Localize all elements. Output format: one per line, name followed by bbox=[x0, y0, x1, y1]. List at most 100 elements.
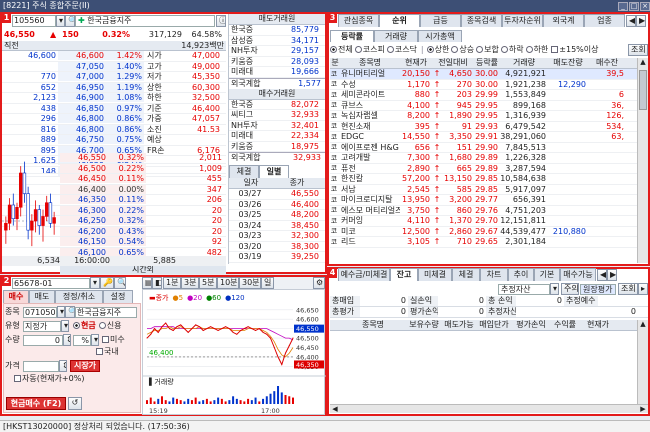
holdings-col-6[interactable]: 수익률 bbox=[550, 320, 580, 329]
asset-select[interactable]: 추정자산 bbox=[498, 283, 550, 295]
ranking-stock-name[interactable]: 리드 bbox=[340, 237, 400, 246]
order-search-icon[interactable]: 🔍 bbox=[65, 306, 75, 318]
chart-tab-day[interactable]: 일 bbox=[261, 277, 274, 289]
maximize-button[interactable]: □ bbox=[629, 1, 639, 11]
ranking-row[interactable]: 코 커머잉 4,110 ↑ 1,370 29.70 12,151,811 bbox=[330, 216, 637, 227]
tab-trades[interactable]: 체결 bbox=[229, 165, 259, 178]
holdings-scrollbar[interactable]: ▲ bbox=[637, 320, 648, 404]
hscroll-right-icon[interactable]: ▶ bbox=[638, 405, 648, 413]
ranking-row[interactable]: 코 세미콘라이트 880 ↑ 203 29.99 1,553,849 6 bbox=[330, 90, 637, 101]
ask-row[interactable]: 652 46,950 1.19% 상한 60,300 bbox=[2, 82, 226, 93]
holdings-col-7[interactable]: 현재가 bbox=[580, 320, 616, 329]
holdings-col-1[interactable]: 종목명 bbox=[340, 320, 406, 329]
ranking-row[interactable]: 코 한진칼 57,200 ↑ 13,150 29.85 10,584,638 bbox=[330, 174, 637, 185]
account-input[interactable]: 65678-01 bbox=[12, 277, 90, 289]
bid-price[interactable]: 46,550 bbox=[60, 153, 108, 163]
ask-row[interactable]: 2,123 46,900 1.08% 하한 32,500 bbox=[2, 93, 226, 104]
ranking-stock-name[interactable]: 에스모 머티리얼즈 bbox=[340, 206, 400, 215]
ranking-stock-name[interactable]: 마이크로디지탈 bbox=[340, 195, 400, 204]
ask-price[interactable]: 46,750 bbox=[58, 135, 106, 145]
ranking-row[interactable]: 코 리드 3,105 ↑ 710 29.65 2,301,184 bbox=[330, 237, 637, 248]
balance-more-icon[interactable]: ▸ bbox=[638, 283, 648, 295]
code-dropdown-button[interactable]: ▾ bbox=[56, 14, 65, 27]
tab-sell[interactable]: 매도 bbox=[29, 290, 55, 303]
filter-up-radio[interactable]: 상승 bbox=[451, 45, 474, 54]
ask-row[interactable]: 296 46,800 0.86% 가중 47,057 bbox=[2, 114, 226, 125]
ask-price[interactable]: 46,850 bbox=[58, 103, 106, 113]
chart-tab-30m[interactable]: 30분 bbox=[239, 277, 261, 289]
ranking-tab-3[interactable]: 종목검색 bbox=[461, 14, 502, 27]
bid-price[interactable]: 46,200 bbox=[60, 226, 108, 236]
price-stepper[interactable]: ⇕ bbox=[59, 360, 67, 372]
ranking-row[interactable]: 코 미코 12,500 ↑ 2,860 29.67 44,539,477 210,880 bbox=[330, 227, 637, 237]
ask-row[interactable]: 47,050 1.40% 고가 49,000 bbox=[2, 61, 226, 72]
pct-dropdown[interactable]: ▾ bbox=[91, 334, 99, 346]
ranking-tab-0[interactable]: 관심종목 bbox=[338, 14, 379, 27]
ask-row[interactable]: 816 46,800 0.86% 소진 41.53 bbox=[2, 124, 226, 135]
order-price-input[interactable] bbox=[23, 360, 59, 372]
account-search-icon[interactable]: 🔍 bbox=[114, 277, 126, 289]
ranking-col-0[interactable]: 분 bbox=[330, 58, 340, 67]
ranking-row[interactable]: 코 에이프로젠 H&G 656 ↑ 151 29.90 7,845,513 bbox=[330, 143, 637, 153]
asset-dropdown[interactable]: ▾ bbox=[550, 283, 559, 295]
credit-radio[interactable]: 신용 bbox=[98, 321, 121, 330]
ranking-stock-name[interactable]: 유니머티리얼 bbox=[340, 69, 400, 78]
cash-buy-button[interactable]: 현금매수 (F2) bbox=[6, 397, 66, 410]
ask-row[interactable]: 889 46,750 0.75% 예상 bbox=[2, 135, 226, 146]
ranking-stock-name[interactable]: 커머잉 bbox=[340, 216, 400, 225]
ask-price[interactable]: 46,950 bbox=[58, 82, 106, 92]
ranking-scroll-up-icon[interactable]: ▲ bbox=[638, 58, 648, 68]
ranking-stock-name[interactable]: 에이프로젠 H&G bbox=[340, 143, 400, 152]
notice-button[interactable]: 주의 bbox=[561, 283, 579, 295]
ask-row[interactable]: 46,600 46,600 1.42% 시가 47,000 bbox=[2, 51, 226, 62]
ranking-tab-1[interactable]: 순위 bbox=[379, 14, 420, 27]
ranking-col-7[interactable]: 매수잔 bbox=[588, 58, 626, 67]
chart-tab-10m[interactable]: 10분 bbox=[217, 277, 239, 289]
ranking-tab-4[interactable]: 투자자순위 bbox=[502, 14, 543, 27]
tab-modify[interactable]: 정정/취소 bbox=[55, 290, 103, 303]
holdings-hscrollbar[interactable]: ◀ ▶ bbox=[330, 404, 648, 413]
balance-tab-6[interactable]: 기본 bbox=[534, 268, 560, 281]
holdings-col-5[interactable]: 평가손익 bbox=[512, 320, 550, 329]
ranking-stock-name[interactable]: 고려개발 bbox=[340, 153, 400, 162]
ranking-col-1[interactable]: 종목명 bbox=[340, 58, 400, 67]
market-price-button[interactable]: 시장가 bbox=[70, 360, 100, 372]
ranking-stock-name[interactable]: 세미콘라이트 bbox=[340, 90, 400, 99]
ranking-stock-name[interactable]: 현진소재 bbox=[340, 122, 400, 131]
ranking-row[interactable]: 코 마이크로디지탈 13,950 ↑ 3,200 29.77 656,391 bbox=[330, 195, 637, 206]
balance-tabs-right-icon[interactable]: ▶ bbox=[607, 268, 617, 281]
ranking-tab-5[interactable]: 외국계 bbox=[543, 14, 584, 27]
market-kosdaq-radio[interactable]: 코스닥 bbox=[386, 45, 417, 54]
ranking-tab-2[interactable]: 급등 bbox=[420, 14, 461, 27]
order-type-select[interactable]: 지정가 bbox=[23, 320, 61, 332]
ranking-row[interactable]: 코 녹십자랩셀 8,200 ↑ 1,890 29.95 1,316,939 126, bbox=[330, 111, 637, 122]
hscroll-left-icon[interactable]: ◀ bbox=[330, 405, 340, 413]
ranking-col-4[interactable]: 등락률 bbox=[474, 58, 500, 67]
balance-tab-3[interactable]: 체결 bbox=[452, 268, 480, 281]
ranking-row[interactable]: 코 에스모 머티리얼즈 3,750 ↑ 860 29.76 4,751,203 bbox=[330, 206, 637, 216]
chart-tab-5m[interactable]: 5분 bbox=[199, 277, 217, 289]
ranking-tab-6[interactable]: 업종 bbox=[584, 14, 625, 27]
ask-row[interactable]: 770 47,000 1.29% 저가 45,350 bbox=[2, 72, 226, 83]
balance-tab-5[interactable]: 추이 bbox=[508, 268, 534, 281]
margin-checkbox[interactable]: 미수 bbox=[102, 335, 125, 344]
ranking-row[interactable]: 코 큐브스 4,100 ↑ 945 29.95 899,168 36, bbox=[330, 101, 637, 111]
ask-price[interactable]: 46,600 bbox=[58, 51, 106, 61]
ranking-stock-name[interactable]: 서남 bbox=[340, 185, 400, 194]
ranking-subtab-2[interactable]: 시가총액 bbox=[418, 30, 462, 42]
chart-settings-icon[interactable]: ⚙ bbox=[313, 277, 325, 289]
stock-code-input[interactable]: 105560 bbox=[12, 14, 56, 27]
ranking-stock-name[interactable]: 수성 bbox=[340, 80, 400, 89]
holdings-col-2[interactable]: 보유수량 bbox=[406, 320, 442, 329]
ranking-stock-name[interactable]: 한진칼 bbox=[340, 174, 400, 183]
ranking-row[interactable]: 코 서남 2,545 ↑ 585 29.85 5,917,097 bbox=[330, 185, 637, 195]
ranking-row[interactable]: 코 EDGC 14,550 ↑ 3,350 29.91 38,291,060 63, bbox=[330, 132, 637, 143]
chart-tool-2-icon[interactable]: ◧ bbox=[152, 277, 162, 289]
bid-price[interactable]: 46,300 bbox=[60, 205, 108, 215]
order-qty-input[interactable]: 0 bbox=[23, 334, 63, 346]
account-dropdown-button[interactable]: ▾ bbox=[90, 277, 100, 289]
order-pct-input[interactable]: % bbox=[73, 334, 91, 346]
ranking-subtab-1[interactable]: 거래량 bbox=[374, 30, 418, 42]
ranking-row[interactable]: 코 퓨전 2,890 ↑ 665 29.89 3,287,594 bbox=[330, 164, 637, 174]
ranking-col-2[interactable]: 현재가 bbox=[400, 58, 432, 67]
